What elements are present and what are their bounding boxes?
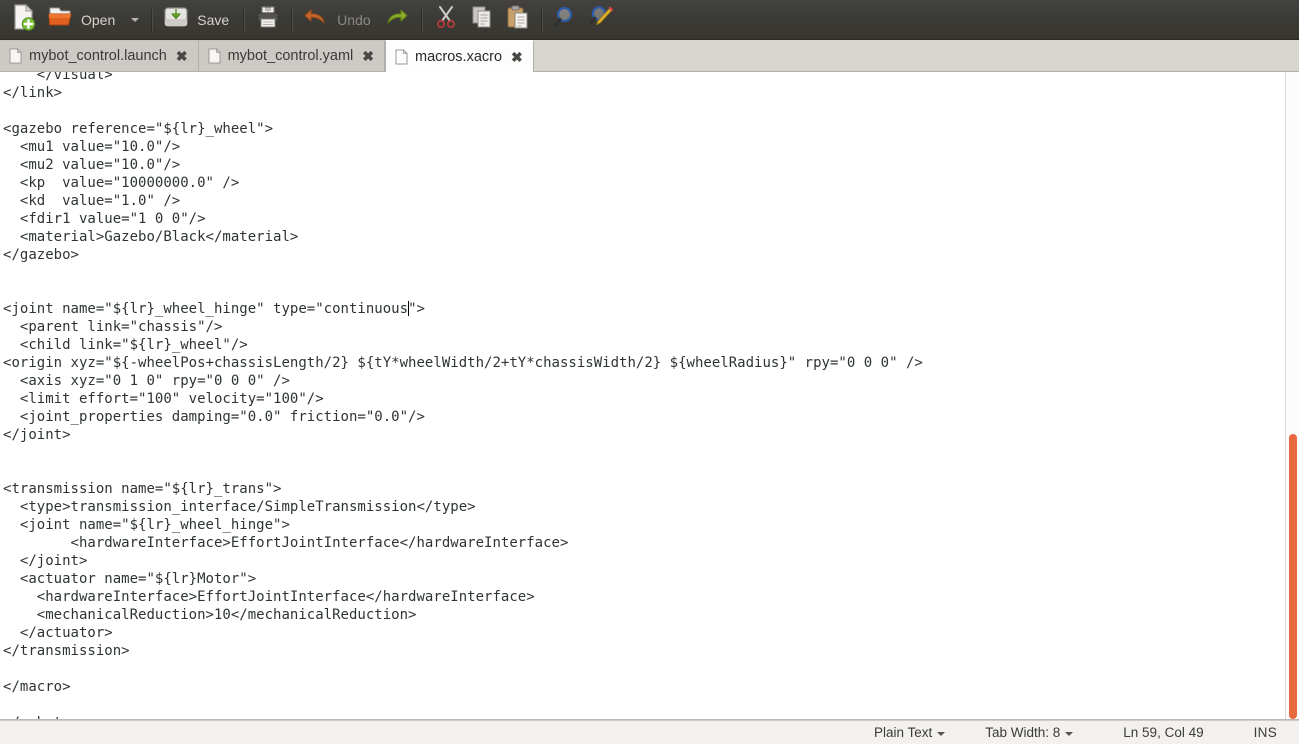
tab-mybot-control-yaml[interactable]: mybot_control.yaml ✖	[198, 40, 386, 71]
save-label: Save	[197, 11, 230, 28]
undo-button[interactable]: Undo	[298, 4, 379, 36]
open-folder-icon	[47, 4, 73, 35]
new-document-button[interactable]	[6, 3, 42, 36]
tab-width-label: Tab Width: 8	[985, 725, 1061, 740]
toolbar-separator-1	[151, 8, 154, 31]
redo-arrow-icon	[385, 4, 411, 35]
insert-mode-label: INS	[1253, 725, 1277, 740]
main-toolbar: Open Save Undo	[0, 0, 1299, 40]
code-before-caret: </visual> </link> <gazebo reference="${l…	[3, 72, 409, 317]
chevron-down-icon	[131, 17, 140, 22]
tab-label: mybot_control.yaml	[227, 48, 354, 64]
close-icon[interactable]: ✖	[362, 49, 374, 63]
toolbar-separator-3	[291, 8, 294, 31]
code-after-caret: "> <parent link="chassis"/> <child link=…	[3, 301, 923, 719]
save-button[interactable]: Save	[158, 4, 238, 36]
copy-button[interactable]	[464, 4, 500, 36]
find-button[interactable]	[548, 4, 584, 36]
vertical-scrollbar[interactable]	[1285, 72, 1299, 719]
magnifier-icon	[553, 4, 579, 35]
paste-button[interactable]	[500, 4, 536, 36]
new-document-icon	[11, 3, 37, 36]
tab-width-selector[interactable]: Tab Width: 8	[965, 725, 1093, 740]
text-editor-area[interactable]: </visual> </link> <gazebo reference="${l…	[0, 72, 1299, 720]
gedit-window: Open Save Undo mybot_control.launch ✖ my…	[0, 0, 1299, 744]
document-icon	[395, 48, 408, 65]
document-tab-bar: mybot_control.launch ✖ mybot_control.yam…	[0, 40, 1299, 72]
toolbar-separator-2	[243, 8, 246, 31]
open-dropdown-button[interactable]	[124, 4, 146, 36]
cut-button[interactable]	[428, 4, 464, 36]
language-selector[interactable]: Plain Text	[854, 725, 965, 740]
close-icon[interactable]: ✖	[176, 49, 188, 63]
magnifier-pencil-icon	[589, 4, 615, 35]
open-label: Open	[81, 11, 116, 28]
tab-label: mybot_control.launch	[29, 48, 167, 64]
redo-button[interactable]	[380, 4, 416, 36]
vertical-scrollbar-thumb[interactable]	[1289, 434, 1297, 719]
clipboard-paste-icon	[505, 4, 531, 35]
source-code-view[interactable]: </visual> </link> <gazebo reference="${l…	[0, 72, 923, 719]
printer-icon	[255, 4, 281, 35]
language-label: Plain Text	[873, 725, 933, 740]
print-button[interactable]	[250, 4, 286, 36]
document-icon	[9, 48, 22, 64]
find-replace-button[interactable]	[584, 4, 620, 36]
tab-label: macros.xacro	[415, 48, 503, 65]
cursor-position: Ln 59, Col 49	[1093, 725, 1231, 740]
scissors-icon	[433, 4, 459, 35]
undo-label: Undo	[337, 11, 371, 28]
chevron-down-icon	[1065, 731, 1074, 736]
chevron-down-icon	[937, 731, 946, 736]
open-button[interactable]: Open	[42, 4, 124, 36]
toolbar-separator-5	[540, 8, 543, 31]
undo-arrow-icon	[303, 4, 329, 35]
cursor-position-label: Ln 59, Col 49	[1123, 725, 1204, 740]
save-disk-icon	[163, 4, 189, 35]
toolbar-separator-4	[420, 8, 423, 31]
tab-macros-xacro[interactable]: macros.xacro ✖	[385, 40, 534, 72]
document-icon	[208, 48, 221, 64]
status-bar: Plain Text Tab Width: 8 Ln 59, Col 49 IN…	[0, 720, 1299, 744]
insert-mode-indicator[interactable]: INS	[1232, 725, 1281, 740]
copy-pages-icon	[469, 4, 495, 35]
tab-mybot-control-launch[interactable]: mybot_control.launch ✖	[0, 40, 199, 71]
close-icon[interactable]: ✖	[511, 50, 523, 64]
